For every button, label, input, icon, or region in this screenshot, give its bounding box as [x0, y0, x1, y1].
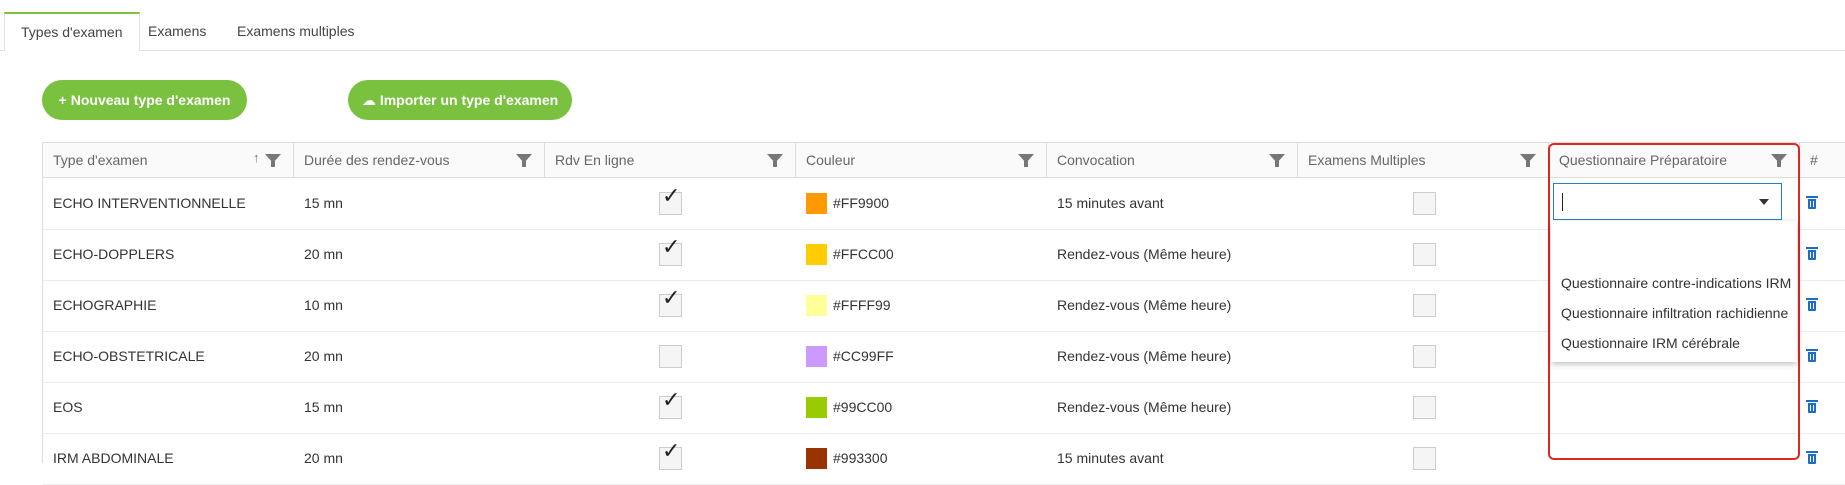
tab-examens-multiples[interactable]: Examens multiples [221, 13, 371, 50]
column-header-actions: # [1800, 143, 1845, 177]
trash-icon[interactable] [1806, 451, 1818, 464]
column-header-couleur-label: Couleur [806, 152, 856, 168]
rdv-en-ligne-checkbox[interactable] [659, 388, 682, 419]
examens-multiples-checkbox[interactable] [1413, 243, 1436, 266]
convocation-value: 15 minutes avant [1057, 195, 1164, 211]
text-caret [1562, 193, 1563, 211]
color-swatch [806, 448, 827, 469]
rdv-en-ligne-checkbox[interactable] [659, 235, 682, 266]
new-exam-type-label: Nouveau type d'examen [70, 92, 231, 108]
sort-up-icon[interactable]: ↑ [253, 151, 260, 165]
exam-type-name: ECHO-OBSTETRICALE [53, 348, 205, 364]
examens-multiples-checkbox[interactable] [1413, 345, 1436, 368]
color-hex: #993300 [833, 450, 888, 466]
trash-icon[interactable] [1806, 349, 1818, 362]
filter-icon[interactable] [1269, 154, 1285, 167]
tab-types-examen[interactable]: Types d'examen [4, 12, 140, 51]
column-header-rdv-label: Rdv En ligne [555, 152, 635, 168]
convocation-value: Rendez-vous (Même heure) [1057, 399, 1232, 415]
import-exam-type-button[interactable]: ☁ Importer un type d'examen [348, 80, 572, 120]
column-header-examens-multiples[interactable]: Examens Multiples [1298, 143, 1549, 177]
new-exam-type-button[interactable]: + Nouveau type d'examen [42, 80, 247, 120]
column-header-duree[interactable]: Durée des rendez-vous [294, 143, 545, 177]
plus-icon: + [58, 92, 67, 108]
color-hex: #FF9900 [833, 195, 890, 211]
color-hex: #FFCC00 [833, 246, 894, 262]
exam-duration: 20 mn [304, 450, 343, 466]
filter-icon[interactable] [265, 154, 281, 167]
exam-type-name: ECHO-DOPPLERS [53, 246, 175, 262]
exam-type-name: EOS [53, 399, 83, 415]
column-header-examens-multiples-label: Examens Multiples [1308, 152, 1426, 168]
examens-multiples-checkbox[interactable] [1413, 447, 1436, 470]
exam-duration: 15 mn [304, 195, 343, 211]
examens-multiples-checkbox[interactable] [1413, 396, 1436, 419]
exam-duration: 10 mn [304, 297, 343, 313]
exam-type-name: ECHO INTERVENTIONNELLE [53, 195, 246, 211]
exam-duration: 20 mn [304, 348, 343, 364]
trash-icon[interactable] [1806, 400, 1818, 413]
rdv-en-ligne-checkbox[interactable] [659, 184, 682, 215]
rdv-en-ligne-checkbox[interactable] [659, 439, 682, 470]
color-swatch [806, 295, 827, 316]
color-swatch [806, 397, 827, 418]
tab-bar: Types d'examen Examens Examens multiples [0, 8, 1845, 51]
color-swatch [806, 193, 827, 214]
column-header-duree-label: Durée des rendez-vous [304, 152, 450, 168]
trash-icon[interactable] [1806, 247, 1818, 260]
rdv-en-ligne-checkbox[interactable] [659, 345, 682, 368]
import-exam-type-label: Importer un type d'examen [379, 92, 559, 108]
examens-multiples-checkbox[interactable] [1413, 294, 1436, 317]
column-header-type[interactable]: Type d'examen ↑ [43, 143, 294, 177]
dropdown-option-infiltration-rachidienne[interactable]: Questionnaire infiltration rachidienne [1561, 305, 1788, 321]
convocation-value: Rendez-vous (Même heure) [1057, 246, 1232, 262]
trash-icon[interactable] [1806, 298, 1818, 311]
column-header-couleur[interactable]: Couleur [796, 143, 1047, 177]
filter-icon[interactable] [1520, 154, 1536, 167]
exam-type-name: IRM ABDOMINALE [53, 450, 174, 466]
caret-down-icon[interactable] [1759, 199, 1769, 205]
color-swatch [806, 244, 827, 265]
column-header-rdv-en-ligne[interactable]: Rdv En ligne [545, 143, 796, 177]
rdv-en-ligne-checkbox[interactable] [659, 286, 682, 317]
questionnaire-select[interactable] [1553, 183, 1782, 220]
examens-multiples-checkbox[interactable] [1413, 192, 1436, 215]
exam-type-name: ECHOGRAPHIE [53, 297, 157, 313]
convocation-value: Rendez-vous (Même heure) [1057, 297, 1232, 313]
column-header-actions-label: # [1810, 152, 1818, 168]
color-hex: #99CC00 [833, 399, 893, 415]
color-hex: #CC99FF [833, 348, 894, 364]
column-header-type-label: Type d'examen [53, 152, 148, 168]
questionnaire-dropdown-list: Questionnaire contre-indications IRM Que… [1551, 221, 1797, 362]
cloud-upload-icon: ☁ [361, 92, 376, 108]
column-header-convocation-label: Convocation [1057, 152, 1135, 168]
tab-examens[interactable]: Examens [132, 13, 222, 50]
exam-duration: 20 mn [304, 246, 343, 262]
column-header-convocation[interactable]: Convocation [1047, 143, 1298, 177]
dropdown-option-irm-cerebrale[interactable]: Questionnaire IRM cérébrale [1561, 335, 1740, 351]
filter-icon[interactable] [767, 154, 783, 167]
color-hex: #FFFF99 [833, 297, 891, 313]
trash-icon[interactable] [1806, 196, 1818, 209]
convocation-value: Rendez-vous (Même heure) [1057, 348, 1232, 364]
dropdown-option-contre-indications-irm[interactable]: Questionnaire contre-indications IRM [1561, 275, 1791, 291]
exam-duration: 15 mn [304, 399, 343, 415]
convocation-value: 15 minutes avant [1057, 450, 1164, 466]
color-swatch [806, 346, 827, 367]
filter-icon[interactable] [1018, 154, 1034, 167]
filter-icon[interactable] [516, 154, 532, 167]
